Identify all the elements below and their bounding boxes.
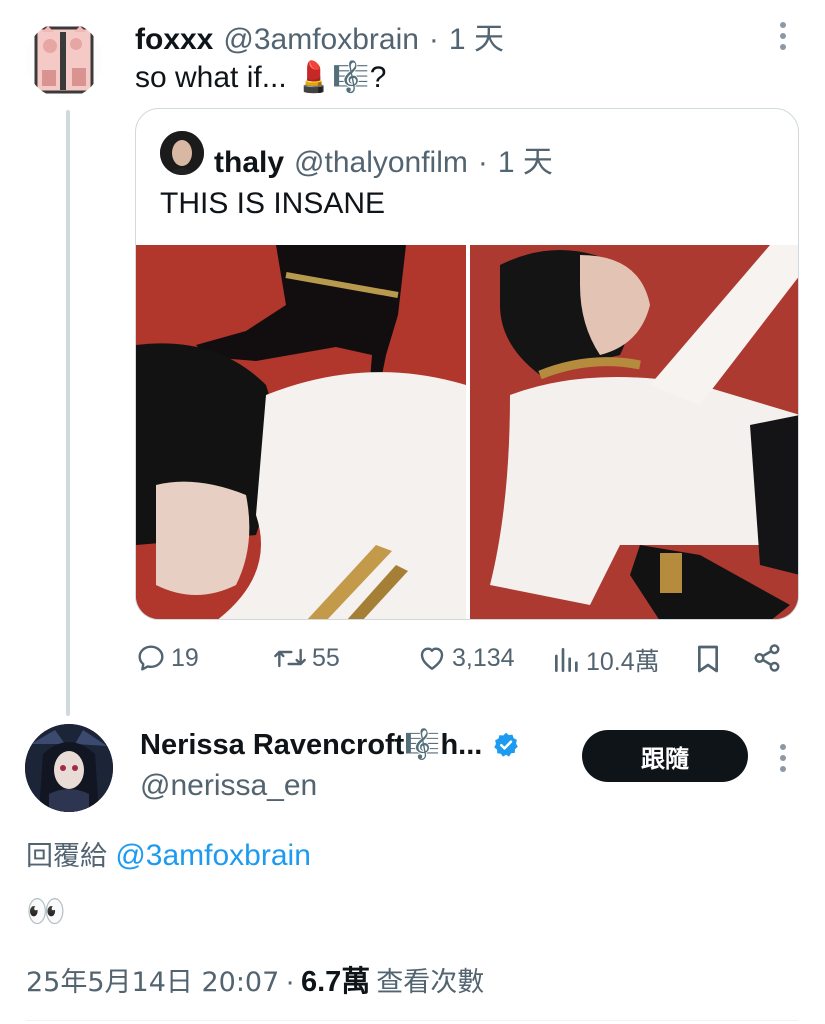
share-icon	[754, 644, 780, 672]
avatar[interactable]	[25, 724, 113, 812]
post-date[interactable]: 25年5月14日 20:07	[26, 960, 279, 999]
follow-button[interactable]: 跟隨	[582, 730, 748, 782]
quote-header: thaly @thalyonfilm · 1 天	[214, 137, 553, 181]
thread-connector-line	[66, 110, 70, 716]
post2-header: Nerissa Ravencroft🎼h...	[140, 728, 520, 762]
views-label: 查看次數	[376, 967, 485, 998]
quote-author-handle[interactable]: @thalyonfilm	[294, 146, 468, 180]
author-handle[interactable]: @3amfoxbrain	[223, 23, 419, 57]
author-name[interactable]: Nerissa Ravencroft🎼h...	[140, 728, 482, 762]
avatar[interactable]	[26, 22, 102, 98]
like-button[interactable]: 3,134	[416, 642, 515, 674]
reply-mention-link[interactable]: @3amfoxbrain	[115, 839, 311, 872]
dot-separator: ·	[428, 23, 439, 56]
reply-context: 回覆給 @3amfoxbrain	[26, 834, 311, 873]
post-text: so what if... 💄🎼?	[135, 60, 386, 95]
post2-text: 👀	[26, 893, 66, 929]
reply-prefix: 回覆給	[26, 841, 107, 872]
author-handle[interactable]: @nerissa_en	[140, 769, 317, 803]
author-name[interactable]: foxxx	[135, 23, 213, 57]
verified-badge-icon	[494, 732, 519, 757]
bar-chart-icon	[555, 648, 578, 672]
post-time[interactable]: 1 天	[449, 14, 504, 58]
repost-icon	[274, 648, 306, 668]
post-timestamp-row: 25年5月14日 20:07 · 6.7萬 查看次數	[26, 958, 484, 1000]
quote-author-name[interactable]: thaly	[214, 146, 284, 180]
repost-button[interactable]: 55	[272, 642, 340, 674]
bookmark-icon	[697, 645, 718, 673]
quote-image-2[interactable]	[470, 245, 798, 619]
quote-avatar[interactable]	[160, 131, 204, 175]
more-options-icon[interactable]	[778, 22, 788, 50]
reply-icon	[138, 645, 164, 671]
dot-separator: ·	[477, 146, 488, 179]
repost-count: 55	[312, 643, 340, 672]
dot-separator: ·	[285, 966, 295, 998]
more-options-icon[interactable]	[778, 744, 788, 772]
share-button[interactable]	[752, 643, 782, 678]
view-count: 10.4萬	[586, 648, 660, 676]
post-header: foxxx @3amfoxbrain · 1 天	[135, 14, 504, 58]
heart-icon	[420, 647, 444, 670]
views-button[interactable]: 10.4萬	[552, 642, 660, 678]
post-emoji: 💄🎼?	[295, 61, 387, 94]
quoted-post-card[interactable]: thaly @thalyonfilm · 1 天 THIS IS INSANE	[135, 108, 799, 620]
views-count: 6.7萬	[300, 966, 371, 998]
quote-image-1[interactable]	[136, 245, 466, 619]
quote-post-time[interactable]: 1 天	[498, 137, 553, 181]
bookmark-button[interactable]	[694, 643, 722, 680]
divider	[26, 1020, 798, 1021]
reply-button[interactable]: 19	[135, 642, 199, 674]
reply-count: 19	[171, 643, 199, 672]
quote-text: THIS IS INSANE	[160, 187, 386, 220]
post-text-content: so what if...	[135, 61, 296, 94]
like-count: 3,134	[452, 643, 515, 672]
